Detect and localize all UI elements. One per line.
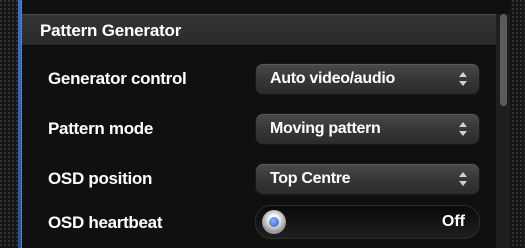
scroll-thumb[interactable] xyxy=(500,14,507,106)
pattern-mode-value: Moving pattern xyxy=(270,120,381,137)
updown-arrow-icon xyxy=(459,122,467,136)
osd-position-label: OSD position xyxy=(48,169,153,188)
osd-heartbeat-label: OSD heartbeat xyxy=(48,213,163,232)
generator-control-select[interactable]: Auto video/audio xyxy=(255,63,480,95)
updown-arrow-icon xyxy=(459,172,467,186)
panel-header: Pattern Generator xyxy=(22,14,500,46)
panel-title: Pattern Generator xyxy=(40,21,182,40)
osd-heartbeat-toggle[interactable]: Off xyxy=(255,205,480,239)
osd-heartbeat-state: Off xyxy=(441,213,465,230)
scrollbar[interactable] xyxy=(496,14,510,248)
generator-control-label: Generator control xyxy=(48,69,187,88)
osd-position-select[interactable]: Top Centre xyxy=(255,163,480,195)
pattern-generator-panel: Pattern Generator Generator control Auto… xyxy=(21,0,510,248)
toggle-knob-icon[interactable] xyxy=(262,210,286,234)
pattern-mode-select[interactable]: Moving pattern xyxy=(255,113,480,145)
knob-dot xyxy=(269,217,279,227)
osd-position-value: Top Centre xyxy=(270,170,351,187)
generator-control-value: Auto video/audio xyxy=(270,70,395,87)
updown-arrow-icon xyxy=(459,72,467,86)
pattern-mode-label: Pattern mode xyxy=(48,119,154,138)
